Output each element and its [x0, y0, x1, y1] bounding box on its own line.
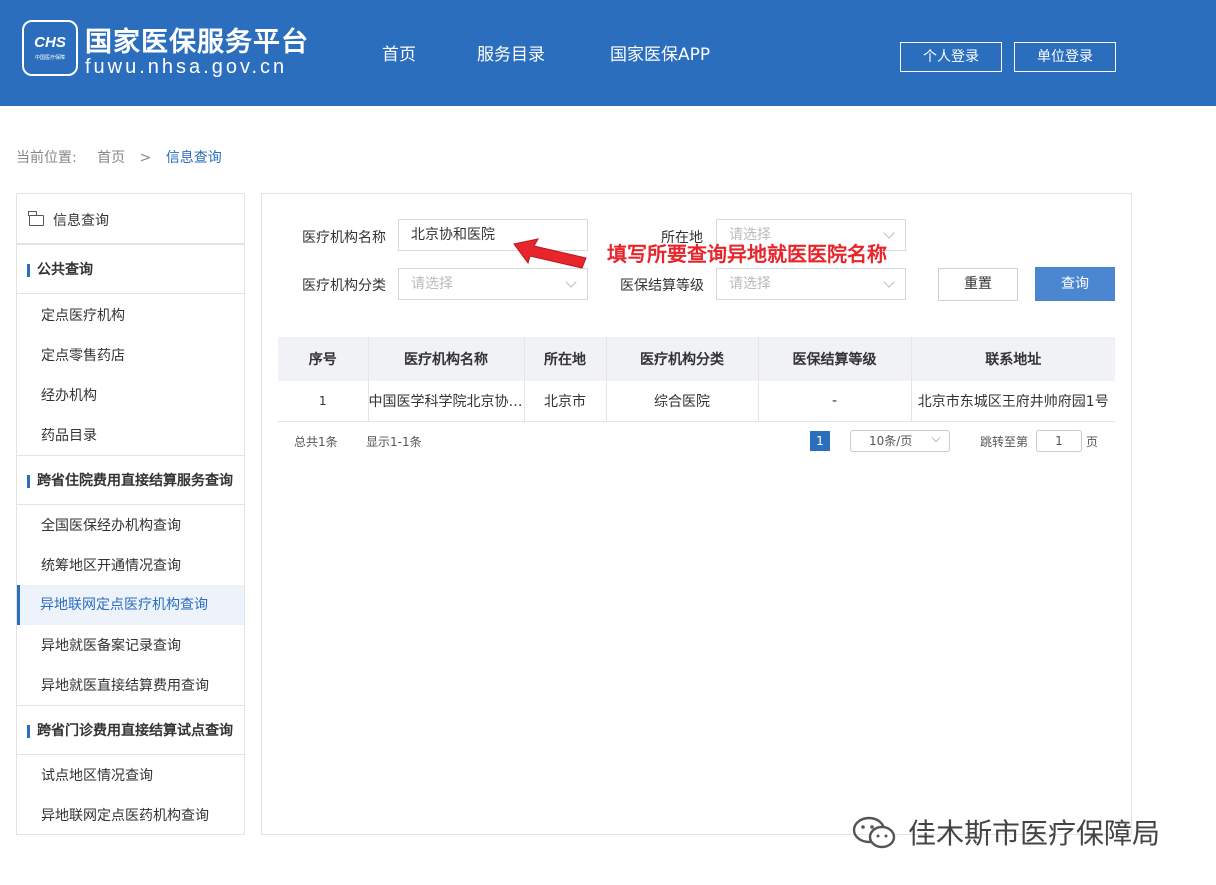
chevron-down-icon: [931, 433, 941, 443]
sidebar-top[interactable]: 信息查询: [17, 194, 244, 244]
cell-address: 北京市东城区王府井帅府园1号: [911, 381, 1115, 422]
name-label: 医疗机构名称: [302, 230, 386, 246]
sidebar-item-designated-medical[interactable]: 定点医疗机构: [17, 296, 244, 336]
site-domain: fuwu.nhsa.gov.cn: [85, 56, 288, 78]
total-count: 总共1条: [294, 435, 338, 449]
cell-level: -: [758, 381, 912, 422]
breadcrumb-current: 信息查询: [165, 150, 222, 166]
category-label: 医疗机构分类: [302, 278, 386, 294]
jump-suffix: 页: [1086, 435, 1099, 449]
column-header-level: 医保结算等级: [758, 337, 912, 381]
sidebar-item-networked-medical[interactable]: 异地联网定点医疗机构查询: [17, 585, 244, 625]
sidebar-item-filing-record[interactable]: 异地就医备案记录查询: [17, 626, 244, 666]
top-header: CHS 中国医疗保障 国家医保服务平台 fuwu.nhsa.gov.cn 首页 …: [0, 0, 1216, 106]
column-header-category: 医疗机构分类: [606, 337, 759, 381]
column-header-index: 序号: [278, 337, 369, 381]
watermark-text: 佳木斯市医疗保障局: [908, 817, 1161, 850]
sidebar-item-drug-catalog[interactable]: 药品目录: [17, 416, 244, 456]
chevron-down-icon: [565, 276, 577, 288]
logo-subtext: 中国医疗保障: [34, 55, 65, 61]
sidebar-section-public[interactable]: 公共查询: [17, 244, 244, 294]
wechat-icon: [852, 816, 896, 849]
sidebar-item-designated-pharmacy[interactable]: 定点零售药店: [17, 336, 244, 376]
nav-app[interactable]: 国家医保APP: [610, 40, 710, 65]
jump-label: 跳转至第: [980, 435, 1029, 449]
nav-home[interactable]: 首页: [382, 40, 416, 65]
page-1-button[interactable]: 1: [810, 431, 830, 451]
annotation-text: 填写所要查询异地就医医院名称: [607, 242, 887, 266]
column-header-name: 医疗机构名称: [368, 337, 525, 381]
level-placeholder: 请选择: [729, 276, 771, 292]
cell-location: 北京市: [524, 381, 607, 422]
sidebar-item-agency[interactable]: 经办机构: [17, 376, 244, 416]
jump-page-input[interactable]: 1: [1036, 430, 1082, 452]
page-size-select[interactable]: 10条/页: [850, 430, 950, 452]
page-size-value: 10条/页: [869, 434, 913, 448]
level-label: 医保结算等级: [620, 278, 704, 294]
personal-login-button[interactable]: 个人登录: [900, 42, 1002, 72]
unit-login-button[interactable]: 单位登录: [1014, 42, 1116, 72]
sidebar: 信息查询 公共查询 定点医疗机构 定点零售药店 经办机构 药品目录 跨省住院费用…: [16, 193, 245, 835]
sidebar-item-networked-pharma[interactable]: 异地联网定点医药机构查询: [17, 796, 244, 836]
breadcrumb: 当前位置: 首页 > 信息查询: [16, 147, 232, 167]
sidebar-section-outpatient[interactable]: 跨省门诊费用直接结算试点查询: [17, 705, 244, 755]
sidebar-top-label: 信息查询: [53, 213, 109, 229]
category-select[interactable]: 请选择: [398, 268, 588, 300]
breadcrumb-label: 当前位置:: [16, 150, 77, 166]
column-header-address: 联系地址: [911, 337, 1115, 381]
main-panel: 医疗机构名称 北京协和医院 所在地 请选择 医疗机构分类 请选择 医保结算等级 …: [261, 193, 1132, 835]
chevron-down-icon: [883, 276, 895, 288]
sidebar-section-inpatient[interactable]: 跨省住院费用直接结算服务查询: [17, 455, 244, 505]
sidebar-item-pilot-region[interactable]: 试点地区情况查询: [17, 756, 244, 796]
query-button[interactable]: 查询: [1035, 267, 1115, 301]
cell-index: 1: [278, 381, 369, 422]
sidebar-item-national-agency[interactable]: 全国医保经办机构查询: [17, 506, 244, 546]
level-select[interactable]: 请选择: [716, 268, 906, 300]
site-title[interactable]: 国家医保服务平台: [85, 20, 309, 59]
sidebar-item-region-status[interactable]: 统筹地区开通情况查询: [17, 546, 244, 586]
reset-button[interactable]: 重置: [938, 268, 1018, 301]
category-placeholder: 请选择: [411, 276, 453, 292]
table-header-row: 序号 医疗机构名称 所在地 医疗机构分类 医保结算等级 联系地址: [278, 337, 1115, 381]
column-header-location: 所在地: [524, 337, 607, 381]
breadcrumb-home[interactable]: 首页: [97, 150, 125, 166]
cell-category: 综合医院: [606, 381, 759, 422]
table-row[interactable]: 1 中国医学科学院北京协和医院 北京市 综合医院 - 北京市东城区王府井帅府园1…: [278, 381, 1115, 422]
breadcrumb-separator: >: [139, 150, 152, 166]
chs-logo[interactable]: CHS 中国医疗保障: [22, 20, 78, 76]
chevron-down-icon: [883, 227, 895, 239]
folder-icon: [28, 211, 44, 226]
showing-range: 显示1-1条: [366, 435, 422, 449]
pagination: 总共1条 显示1-1条 1 10条/页 跳转至第 1 页: [278, 430, 1115, 452]
results-table: 序号 医疗机构名称 所在地 医疗机构分类 医保结算等级 联系地址 1 中国医学科…: [278, 337, 1115, 422]
sidebar-item-settlement-cost[interactable]: 异地就医直接结算费用查询: [17, 666, 244, 706]
cell-name[interactable]: 中国医学科学院北京协和医院: [368, 381, 525, 422]
red-arrow-icon: [513, 238, 587, 269]
nav-service-catalog[interactable]: 服务目录: [477, 40, 545, 65]
logo-text: CHS: [34, 34, 66, 51]
